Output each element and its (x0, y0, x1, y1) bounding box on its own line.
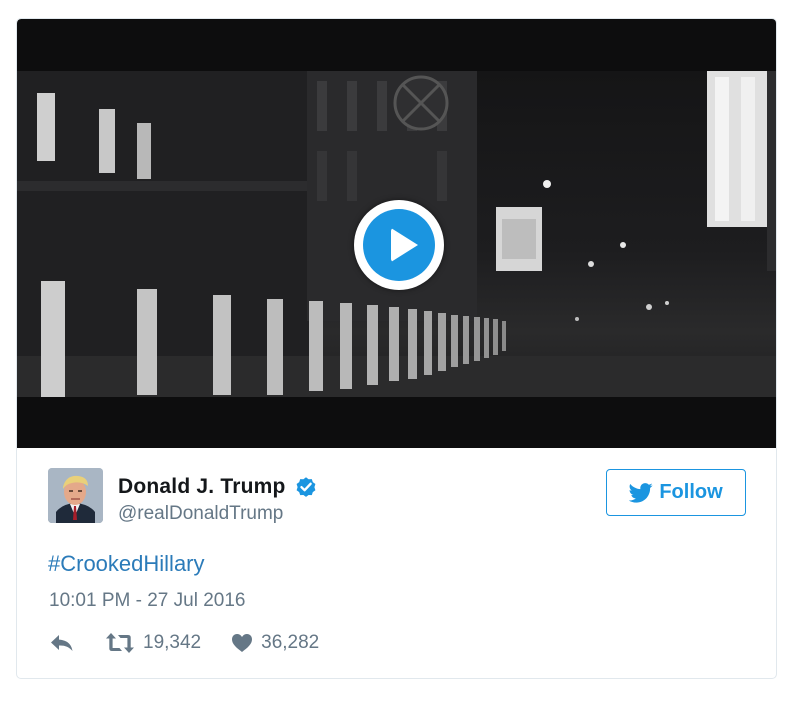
author-name-row[interactable]: Donald J. Trump (118, 474, 318, 500)
display-name[interactable]: Donald J. Trump (118, 475, 286, 499)
follow-button[interactable]: Follow (606, 469, 746, 516)
tweet-actions: 19,342 36,282 (49, 629, 319, 657)
tweet-hashtag-link[interactable]: #CrookedHillary (48, 551, 205, 577)
retweet-icon (106, 633, 134, 653)
play-button-circle (363, 209, 435, 281)
avatar[interactable] (48, 468, 103, 523)
follow-label: Follow (659, 481, 723, 503)
profile-photo (48, 468, 103, 523)
reply-action[interactable] (49, 633, 75, 653)
reply-icon (51, 635, 73, 651)
play-button[interactable] (354, 200, 444, 290)
tweet-timestamp[interactable]: 10:01 PM - 27 Jul 2016 (49, 590, 245, 612)
video-player[interactable] (17, 19, 776, 448)
retweet-count: 19,342 (143, 632, 202, 653)
verified-badge-icon (296, 477, 315, 497)
author-handle[interactable]: @realDonaldTrump (118, 503, 283, 525)
tweet-card: Donald J. Trump @realDonaldTrump Follow … (16, 18, 777, 679)
retweet-action[interactable]: 19,342 (105, 632, 201, 654)
heart-icon (232, 634, 253, 652)
like-count: 36,282 (261, 632, 320, 653)
play-icon (391, 228, 418, 262)
twitter-bird-icon (629, 482, 653, 503)
like-action[interactable]: 36,282 (231, 632, 319, 654)
